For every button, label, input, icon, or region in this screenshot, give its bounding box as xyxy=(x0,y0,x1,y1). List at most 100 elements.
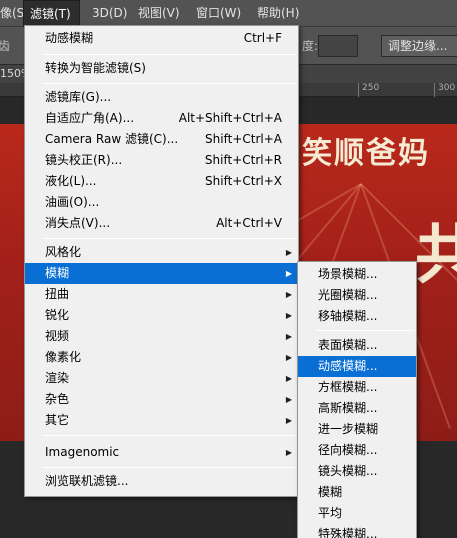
menu-item-label: 进一步模糊 xyxy=(318,422,379,436)
menu-item-label: 扭曲 xyxy=(45,287,70,301)
menu-item-browse-filters-online[interactable]: 浏览联机滤镜... xyxy=(25,471,298,492)
menu-separator xyxy=(43,83,296,84)
menu-item-label: 特殊模糊... xyxy=(318,527,378,538)
menu-view[interactable]: 视图(V) xyxy=(134,0,184,27)
menu-item-label: 像素化 xyxy=(45,350,82,364)
submenu-arrow-icon: ▶ xyxy=(285,374,292,383)
ruler-tick xyxy=(434,83,435,97)
ruler-label-250: 250 xyxy=(362,83,380,93)
menu-item-sharpen[interactable]: 锐化 ▶ xyxy=(25,305,298,326)
submenu-arrow-icon: ▶ xyxy=(285,448,292,457)
submenu-arrow-icon: ▶ xyxy=(285,332,292,341)
submenu-item-iris-blur[interactable]: 光圈模糊... xyxy=(298,285,416,306)
ruler-tick xyxy=(358,83,359,97)
menu-item-label: 油画(O)... xyxy=(45,195,100,209)
menu-item-stylize[interactable]: 风格化 ▶ xyxy=(25,242,298,263)
menu-item-shortcut: Ctrl+F xyxy=(243,31,282,45)
menu-separator xyxy=(43,467,296,468)
refine-edge-button[interactable]: 调整边缘... xyxy=(381,35,457,57)
submenu-item-gaussian-blur[interactable]: 高斯模糊... xyxy=(298,398,416,419)
submenu-item-lens-blur[interactable]: 镜头模糊... xyxy=(298,461,416,482)
menu-item-label: Imagenomic xyxy=(45,445,120,459)
menu-item-shortcut: Alt+Ctrl+V xyxy=(216,216,282,230)
submenu-arrow-icon: ▶ xyxy=(285,395,292,404)
menu-item-shortcut: Shift+Ctrl+R xyxy=(204,153,282,167)
submenu-item-tilt-shift[interactable]: 移轴模糊... xyxy=(298,306,416,327)
app-menubar: 像(S) 滤镜(T) 3D(D) 视图(V) 窗口(W) 帮助(H) xyxy=(0,0,457,27)
menu-separator xyxy=(43,54,296,55)
submenu-arrow-icon: ▶ xyxy=(285,353,292,362)
antialias-partial-label: 齿 xyxy=(0,39,11,53)
submenu-item-blur[interactable]: 模糊 xyxy=(298,482,416,503)
submenu-item-radial-blur[interactable]: 径向模糊... xyxy=(298,440,416,461)
menu-item-label: 其它 xyxy=(45,413,70,427)
menu-item-label: 镜头模糊... xyxy=(318,464,378,478)
filter-menu: 动感模糊 Ctrl+F 转换为智能滤镜(S) 滤镜库(G)... 自适应广角(A)… xyxy=(24,25,299,497)
menu-item-label: 视频 xyxy=(45,329,70,343)
menu-item-vanishing-point[interactable]: 消失点(V)... Alt+Ctrl+V xyxy=(25,213,298,234)
menu-item-label: 锐化 xyxy=(45,308,70,322)
menu-item-label: 转换为智能滤镜(S) xyxy=(45,61,146,75)
menu-item-blur[interactable]: 模糊 ▶ xyxy=(25,263,298,284)
menu-item-camera-raw[interactable]: Camera Raw 滤镜(C)... Shift+Ctrl+A xyxy=(25,129,298,150)
menu-item-liquify[interactable]: 液化(L)... Shift+Ctrl+X xyxy=(25,171,298,192)
submenu-item-motion-blur[interactable]: 动感模糊... xyxy=(298,356,416,377)
menu-item-label: 表面模糊... xyxy=(318,338,378,352)
menu-item-oil-paint[interactable]: 油画(O)... xyxy=(25,192,298,213)
menu-separator xyxy=(43,238,296,239)
menu-item-label: 方框模糊... xyxy=(318,380,378,394)
menu-item-adaptive-wide-angle[interactable]: 自适应广角(A)... Alt+Shift+Ctrl+A xyxy=(25,108,298,129)
menu-item-label: 模糊 xyxy=(45,266,70,280)
feather-partial-label: 度: xyxy=(302,39,319,53)
submenu-item-field-blur[interactable]: 场景模糊... xyxy=(298,264,416,285)
menu-item-label: 浏览联机滤镜... xyxy=(45,474,129,488)
menu-item-other[interactable]: 其它 ▶ xyxy=(25,410,298,431)
menu-item-last-filter[interactable]: 动感模糊 Ctrl+F xyxy=(25,28,298,49)
ruler-label-300: 300 xyxy=(438,83,456,93)
menu-item-label: 渲染 xyxy=(45,371,70,385)
menu-item-video[interactable]: 视频 ▶ xyxy=(25,326,298,347)
menu-item-label: 滤镜库(G)... xyxy=(45,90,112,104)
submenu-item-average[interactable]: 平均 xyxy=(298,503,416,524)
menu-item-label: 场景模糊... xyxy=(318,267,378,281)
submenu-item-box-blur[interactable]: 方框模糊... xyxy=(298,377,416,398)
menu-help[interactable]: 帮助(H) xyxy=(253,0,303,27)
submenu-arrow-icon: ▶ xyxy=(285,311,292,320)
submenu-arrow-icon: ▶ xyxy=(285,290,292,299)
submenu-arrow-icon: ▶ xyxy=(285,416,292,425)
menu-item-label: 高斯模糊... xyxy=(318,401,378,415)
menu-item-label: Camera Raw 滤镜(C)... xyxy=(45,132,179,146)
submenu-arrow-icon: ▶ xyxy=(285,248,292,257)
submenu-item-surface-blur[interactable]: 表面模糊... xyxy=(298,335,416,356)
menu-item-label: 径向模糊... xyxy=(318,443,378,457)
menu-item-convert-smart-filter[interactable]: 转换为智能滤镜(S) xyxy=(25,58,298,79)
blur-submenu: 场景模糊... 光圈模糊... 移轴模糊... 表面模糊... 动感模糊... … xyxy=(297,261,417,538)
feather-input[interactable] xyxy=(318,35,358,57)
menu-item-label: 杂色 xyxy=(45,392,70,406)
submenu-item-blur-more[interactable]: 进一步模糊 xyxy=(298,419,416,440)
menu-item-pixelate[interactable]: 像素化 ▶ xyxy=(25,347,298,368)
menu-item-label: 移轴模糊... xyxy=(318,309,378,323)
poster-title-text: 笑顺爸妈 xyxy=(302,136,430,171)
submenu-item-smart-blur[interactable]: 特殊模糊... xyxy=(298,524,416,538)
menu-item-label: 光圈模糊... xyxy=(318,288,378,302)
menu-item-distort[interactable]: 扭曲 ▶ xyxy=(25,284,298,305)
menu-window[interactable]: 窗口(W) xyxy=(192,0,245,27)
menu-filter[interactable]: 滤镜(T) xyxy=(23,0,80,27)
menu-item-label: 动感模糊 xyxy=(45,31,94,45)
menu-item-label: 消失点(V)... xyxy=(45,216,111,230)
menu-item-label: 自适应广角(A)... xyxy=(45,111,135,125)
menu-item-shortcut: Shift+Ctrl+A xyxy=(205,132,282,146)
menu-item-label: 风格化 xyxy=(45,245,82,259)
menu-item-noise[interactable]: 杂色 ▶ xyxy=(25,389,298,410)
poster-big-character: 共 xyxy=(415,218,457,293)
menu-item-shortcut: Alt+Shift+Ctrl+A xyxy=(178,111,282,125)
menu-3d[interactable]: 3D(D) xyxy=(88,0,131,27)
menu-item-shortcut: Shift+Ctrl+X xyxy=(205,174,282,188)
menu-item-filter-gallery[interactable]: 滤镜库(G)... xyxy=(25,87,298,108)
menu-item-label: 平均 xyxy=(318,506,343,520)
menu-item-imagenomic[interactable]: Imagenomic ▶ xyxy=(25,442,298,463)
menu-separator xyxy=(43,435,296,436)
menu-item-render[interactable]: 渲染 ▶ xyxy=(25,368,298,389)
menu-item-lens-correction[interactable]: 镜头校正(R)... Shift+Ctrl+R xyxy=(25,150,298,171)
